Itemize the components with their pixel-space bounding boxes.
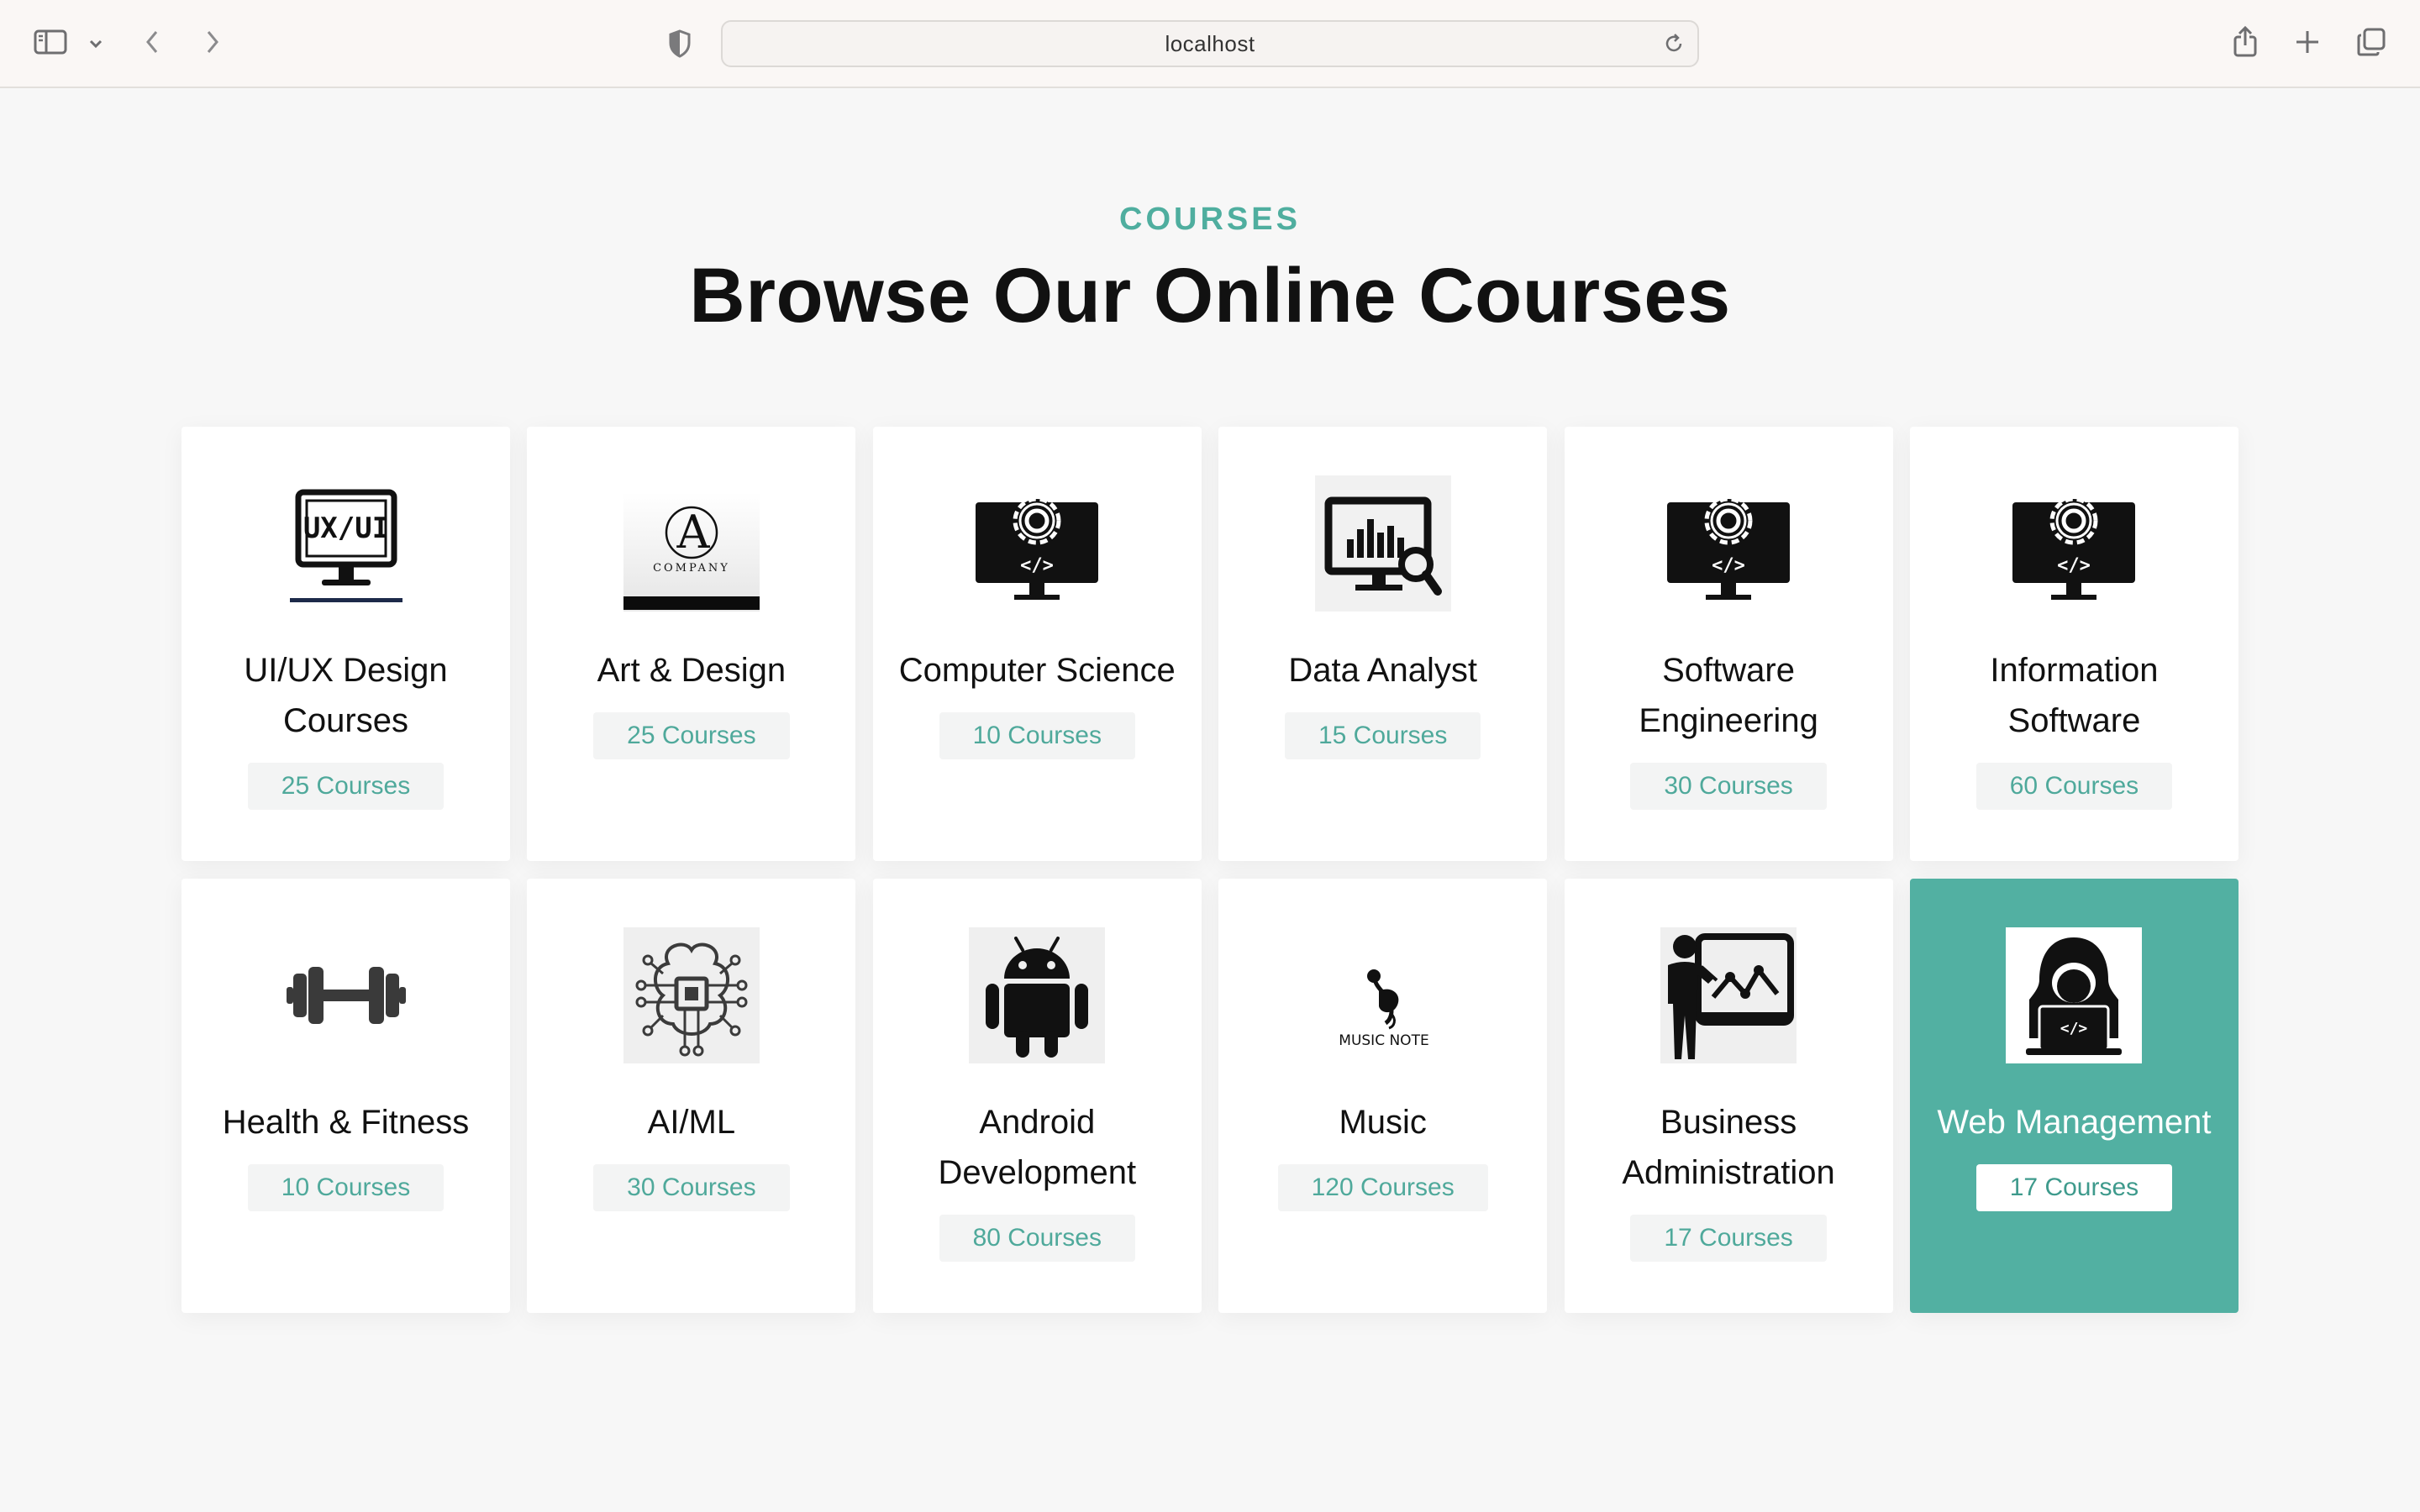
course-grid: UX/UI UI/UX Design Courses 25 Courses A … (182, 427, 2238, 1313)
hacker-laptop-icon: </> (2006, 927, 2143, 1063)
company-logo-icon: A COMPANY (623, 475, 760, 612)
svg-text:</>: </> (2060, 1020, 2088, 1037)
course-count-badge: 30 Courses (1630, 763, 1827, 810)
svg-text:</>: </> (2058, 555, 2091, 576)
chevron-down-icon[interactable] (86, 34, 106, 54)
course-count-badge: 25 Courses (593, 712, 790, 759)
course-card-ui-ux-design[interactable]: UX/UI UI/UX Design Courses 25 Courses (182, 427, 510, 861)
monitor-gear-code-icon: </> (969, 475, 1105, 612)
reload-icon[interactable] (1662, 32, 1686, 60)
course-card-art-design[interactable]: A COMPANY Art & Design 25 Courses (527, 427, 856, 861)
course-title: Business Administration (1622, 1104, 1835, 1191)
logo-text: MUSIC NOTE (1339, 1032, 1428, 1049)
course-card-business-administration[interactable]: Business Administration 17 Courses (1564, 879, 1893, 1313)
course-card-information-software[interactable]: </> Information Software 60 Courses (1909, 427, 2238, 861)
section-eyebrow: COURSES (1119, 202, 1301, 237)
new-tab-icon[interactable] (2292, 27, 2323, 57)
course-title: Software Engineering (1639, 652, 1818, 739)
course-card-health-fitness[interactable]: Health & Fitness 10 Courses (182, 879, 510, 1313)
share-icon[interactable] (2230, 24, 2260, 60)
course-card-ai-ml[interactable]: AI/ML 30 Courses (527, 879, 856, 1313)
monitor-gear-code-icon: </> (1660, 475, 1797, 612)
svg-text:UX/UI: UX/UI (302, 512, 388, 545)
sidebar-toggle-icon[interactable] (32, 27, 69, 57)
svg-text:</>: </> (1712, 555, 1745, 576)
ai-chip-brain-icon (623, 927, 760, 1063)
data-analysis-monitor-icon (1314, 475, 1451, 612)
logo-letter: A (676, 506, 710, 559)
course-title: UI/UX Design Courses (244, 652, 448, 739)
course-title: Computer Science (898, 652, 1176, 689)
dumbbell-icon (278, 927, 414, 1063)
course-card-web-management[interactable]: </> Web Management 17 Courses (1909, 879, 2238, 1313)
course-card-data-analyst[interactable]: Data Analyst 15 Courses (1218, 427, 1548, 861)
ux-ui-monitor-icon: UX/UI (278, 475, 414, 612)
page-title: Browse Our Online Courses (689, 253, 1731, 339)
browser-toolbar: localhost (0, 0, 2420, 88)
logo-text: COMPANY (653, 562, 730, 575)
presenter-board-icon (1660, 927, 1797, 1063)
course-count-badge: 60 Courses (1975, 763, 2173, 810)
svg-text:</>: </> (1020, 555, 1054, 576)
course-count-badge: 30 Courses (593, 1164, 790, 1211)
course-title: AI/ML (647, 1104, 736, 1141)
course-title: Information Software (1990, 652, 2159, 739)
course-title: Music (1339, 1104, 1427, 1141)
course-card-music[interactable]: MUSIC NOTE Music 120 Courses (1218, 879, 1548, 1313)
course-count-badge: 80 Courses (939, 1215, 1135, 1262)
course-count-badge: 15 Courses (1284, 712, 1481, 759)
android-icon (969, 927, 1106, 1063)
course-count-badge: 10 Courses (939, 712, 1135, 759)
course-title: Web Management (1937, 1104, 2212, 1141)
course-card-software-engineering[interactable]: </> Software Engineering 30 Courses (1564, 427, 1893, 861)
course-count-badge: 10 Courses (247, 1164, 445, 1211)
forward-icon[interactable] (200, 27, 225, 57)
course-title: Data Analyst (1288, 652, 1477, 689)
course-title: Android Development (938, 1104, 1137, 1191)
privacy-shield-icon[interactable] (666, 27, 694, 60)
tab-overview-icon[interactable] (2354, 25, 2388, 59)
course-count-badge: 120 Courses (1277, 1164, 1488, 1211)
course-title: Health & Fitness (222, 1104, 470, 1141)
course-count-badge: 17 Courses (1975, 1164, 2173, 1211)
course-count-badge: 25 Courses (247, 763, 445, 810)
course-card-computer-science[interactable]: </> Computer Science 10 Courses (872, 427, 1202, 861)
music-note-logo-icon: MUSIC NOTE (1315, 927, 1451, 1063)
monitor-gear-code-icon: </> (2006, 475, 2142, 612)
url-text: localhost (1165, 30, 1255, 56)
address-bar[interactable]: localhost (721, 20, 1699, 67)
back-icon[interactable] (139, 27, 165, 57)
course-card-android-development[interactable]: Android Development 80 Courses (872, 879, 1202, 1313)
course-title: Art & Design (597, 652, 786, 689)
course-count-badge: 17 Courses (1630, 1215, 1827, 1262)
